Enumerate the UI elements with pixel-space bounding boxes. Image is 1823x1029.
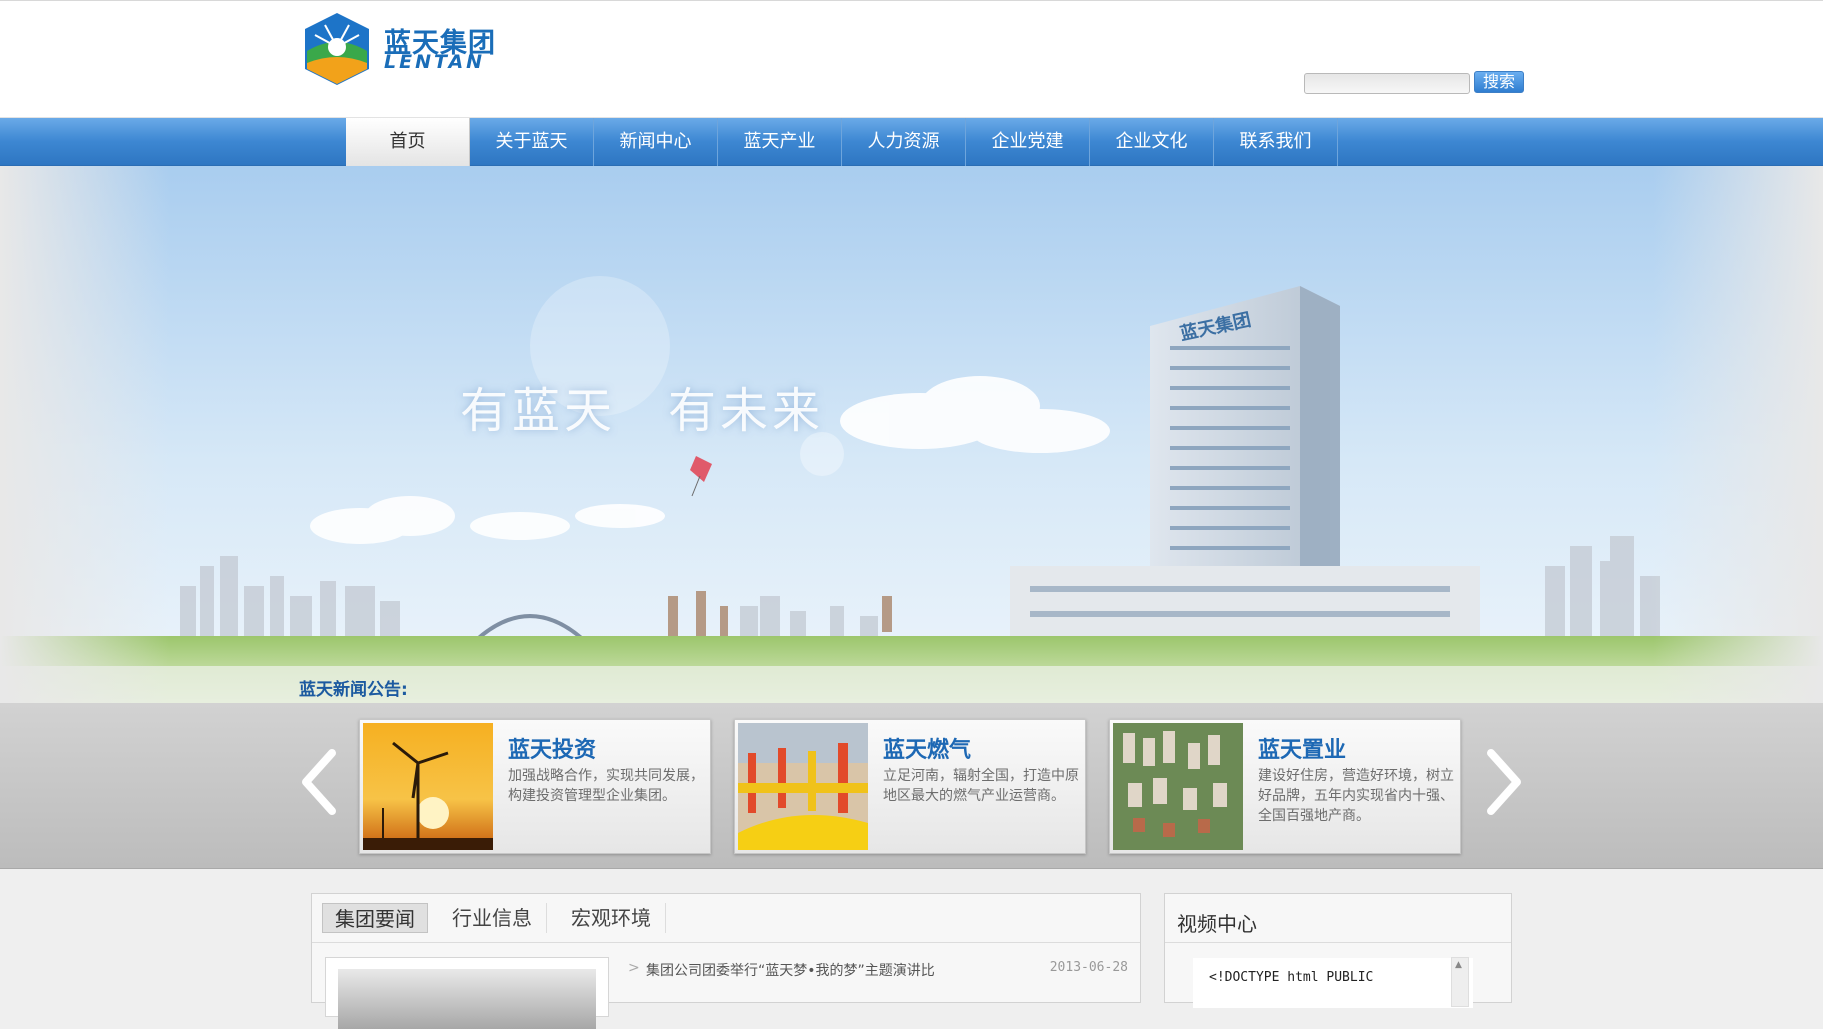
video-panel: 视频中心 <!DOCTYPE html PUBLIC ▲ [1164, 893, 1512, 1008]
nav-list: 首页 关于蓝天 新闻中心 蓝天产业 人力资源 企业党建 企业文化 联系我们 [346, 118, 1338, 166]
gas-pipeline-image [738, 723, 868, 850]
nav-item-party[interactable]: 企业党建 [966, 118, 1090, 166]
product-card-investment[interactable]: 蓝天投资 加强战略合作，实现共同发展，构建投资管理型企业集团。 [359, 719, 711, 854]
banner-illustration: 蓝天集团 [0, 166, 1823, 703]
product-desc: 立足河南，辐射全国，打造中原地区最大的燃气产业运营商。 [883, 768, 1079, 804]
nav-item-home[interactable]: 首页 [346, 118, 470, 166]
divider [312, 942, 1140, 943]
product-title: 蓝天投资 [508, 738, 597, 763]
chevron-right-icon[interactable] [1483, 747, 1525, 817]
products-carousel: 蓝天投资 加强战略合作，实现共同发展，构建投资管理型企业集团。 蓝天燃气 立足河… [0, 703, 1823, 869]
scroll-up-icon[interactable]: ▲ [1455, 960, 1462, 970]
product-card-gas[interactable]: 蓝天燃气 立足河南，辐射全国，打造中原地区最大的燃气产业运营商。 [734, 719, 1086, 854]
list-item[interactable]: > 集团公司团委举行“蓝天梦•我的梦”主题演讲比 2013-06-28 [628, 960, 1128, 980]
product-card-realestate[interactable]: 蓝天置业 建设好住房，营造好环境，树立好品牌，五年内实现省内十强、全国百强地产商… [1109, 719, 1461, 854]
news-item-title: 集团公司团委举行“蓝天梦•我的梦”主题演讲比 [646, 963, 935, 979]
search-button[interactable]: 搜索 [1474, 71, 1524, 93]
video-frame[interactable]: <!DOCTYPE html PUBLIC [1193, 958, 1473, 1008]
news-tabs: 集团要闻 行业信息 宏观环境 [322, 903, 676, 933]
nav-item-contact[interactable]: 联系我们 [1214, 118, 1338, 166]
divider [1165, 942, 1511, 943]
chevron-right-icon: > [628, 960, 640, 976]
video-content-text: <!DOCTYPE html PUBLIC [1209, 970, 1374, 985]
tab-macro-environment[interactable]: 宏观环境 [557, 903, 666, 933]
nav-item-industry[interactable]: 蓝天产业 [718, 118, 842, 166]
product-desc: 加强战略合作，实现共同发展，构建投资管理型企业集团。 [508, 768, 704, 804]
nav-item-culture[interactable]: 企业文化 [1090, 118, 1214, 166]
news-item-date: 2013-06-28 [1049, 960, 1128, 975]
tab-industry-info[interactable]: 行业信息 [438, 903, 547, 933]
nav-item-news[interactable]: 新闻中心 [594, 118, 718, 166]
banner-slogan: 有蓝天 有未来 [460, 383, 825, 439]
chevron-left-icon[interactable] [298, 747, 340, 817]
site-header: 蓝天集团 LENTAN 搜索 [0, 0, 1823, 118]
nav-item-hr[interactable]: 人力资源 [842, 118, 966, 166]
news-announcement-label: 蓝天新闻公告: [299, 680, 408, 700]
product-title: 蓝天置业 [1258, 738, 1347, 763]
wind-turbine-image [363, 723, 493, 850]
tab-group-news[interactable]: 集团要闻 [322, 903, 428, 933]
logo-text-en: LENTAN [384, 51, 486, 73]
news-panel: 集团要闻 行业信息 宏观环境 > 集团公司团委举行“蓝天梦•我的梦”主题演讲比 … [311, 893, 1141, 1029]
real-estate-image [1113, 723, 1243, 850]
search-input[interactable] [1304, 73, 1470, 94]
hero-banner: 蓝天集团 有蓝天 有未来 蓝天新闻公告: [0, 166, 1823, 703]
news-thumbnail[interactable] [325, 957, 609, 1029]
product-title: 蓝天燃气 [883, 738, 972, 763]
nav-item-about[interactable]: 关于蓝天 [470, 118, 594, 166]
product-desc: 建设好住房，营造好环境，树立好品牌，五年内实现省内十强、全国百强地产商。 [1258, 768, 1454, 824]
video-panel-title: 视频中心 [1177, 912, 1257, 936]
news-thumbnail-image [338, 969, 596, 1029]
main-nav: 首页 关于蓝天 新闻中心 蓝天产业 人力资源 企业党建 企业文化 联系我们 [0, 118, 1823, 166]
scrollbar[interactable]: ▲ [1451, 957, 1469, 1007]
